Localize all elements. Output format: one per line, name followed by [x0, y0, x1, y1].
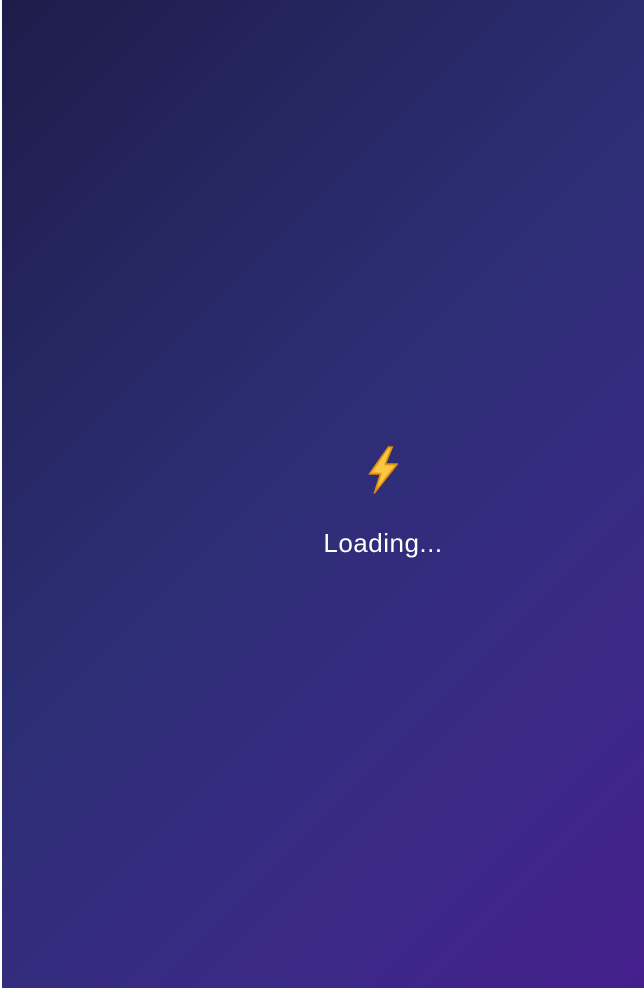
loading-screen: Loading...	[2, 0, 644, 988]
lightning-bolt-icon	[368, 446, 398, 494]
loading-indicator: Loading...	[323, 446, 442, 559]
loading-label: Loading...	[323, 528, 443, 558]
